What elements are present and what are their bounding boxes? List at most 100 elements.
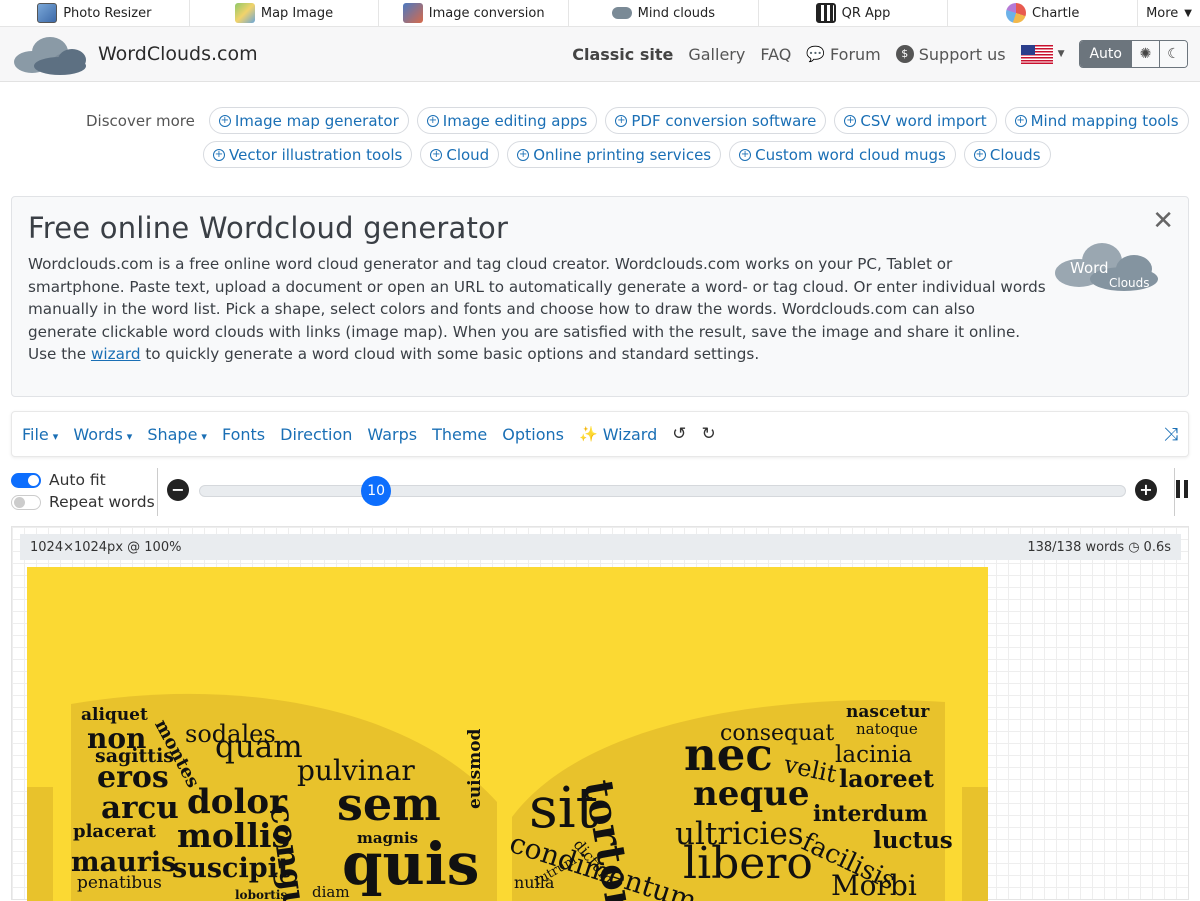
cloud-word[interactable]: nulla: [514, 875, 554, 891]
cloud-word[interactable]: euismod: [465, 729, 485, 809]
canvas-workspace: 1024×1024px @ 100% 138/138 words ◷ 0.6s …: [11, 526, 1189, 901]
repeat-words-toggle[interactable]: Repeat words: [11, 493, 155, 511]
nav-forum[interactable]: 💬 Forum: [806, 45, 880, 64]
menu-warps[interactable]: Warps: [367, 425, 417, 444]
discover-label: Discover more: [86, 111, 195, 130]
app-label: Image conversion: [428, 5, 545, 21]
discover-link[interactable]: + Mind mapping tools: [1004, 107, 1189, 134]
plus-circle-icon: +: [973, 148, 986, 161]
wizard-button[interactable]: ✨ Wizard: [579, 425, 657, 444]
discover-link[interactable]: + Image editing apps: [416, 107, 598, 134]
shuffle-icon[interactable]: ⤨: [1164, 424, 1178, 445]
cloud-word[interactable]: nec: [684, 732, 773, 777]
cloud-word[interactable]: arcu: [101, 793, 179, 824]
canvas-size-info: 1024×1024px @ 100%: [30, 539, 182, 555]
cloud-word[interactable]: sem: [337, 781, 441, 827]
repeat-words-switch[interactable]: [11, 494, 41, 510]
cloud-word[interactable]: neque: [693, 777, 809, 811]
discover-link[interactable]: + CSV word import: [834, 107, 997, 134]
app-label: Photo Resizer: [63, 5, 152, 21]
cloud-word[interactable]: nascetur: [846, 704, 929, 721]
undo-icon[interactable]: ↺: [672, 424, 686, 444]
menu-theme[interactable]: Theme: [432, 425, 487, 444]
pill-label: PDF conversion software: [631, 111, 817, 130]
magic-wand-icon: ✨: [579, 425, 598, 443]
divider: [157, 468, 158, 516]
cloud-logo-icon: [14, 37, 86, 75]
discover-link[interactable]: + Vector illustration tools: [203, 141, 413, 168]
pill-label: Vector illustration tools: [229, 145, 403, 164]
discover-link[interactable]: + Clouds: [963, 141, 1051, 168]
pause-icon-bar: [1184, 480, 1188, 498]
wizard-link[interactable]: wizard: [91, 345, 141, 363]
app-photo-resizer[interactable]: Photo Resizer: [0, 0, 190, 26]
cloud-word[interactable]: luctus: [873, 829, 953, 852]
theme-light-button[interactable]: ✺: [1131, 41, 1159, 67]
discover-link[interactable]: + Online printing services: [507, 141, 722, 168]
pill-label: CSV word import: [860, 111, 987, 130]
menu-fonts[interactable]: Fonts: [222, 425, 265, 444]
cloud-word[interactable]: Morbi: [831, 872, 917, 900]
nav-support[interactable]: $ Support us: [895, 45, 1006, 64]
pill-label: Clouds: [989, 145, 1041, 164]
app-image-conversion[interactable]: Image conversion: [379, 0, 570, 26]
site-logo[interactable]: WordClouds.com: [12, 32, 258, 76]
cloud-word[interactable]: quis: [342, 835, 479, 893]
cloud-word[interactable]: libero: [683, 842, 813, 886]
pause-button[interactable]: [1176, 480, 1188, 498]
plus-circle-icon: +: [844, 114, 857, 127]
app-map-image[interactable]: Map Image: [190, 0, 380, 26]
decrease-button[interactable]: −: [167, 479, 189, 501]
cloud-word[interactable]: natoque: [856, 722, 918, 737]
cloud-word[interactable]: eros: [97, 763, 169, 793]
menu-shape[interactable]: Shape: [147, 425, 207, 444]
app-qr[interactable]: QR App: [759, 0, 949, 26]
qr-app-icon: [815, 3, 836, 23]
language-selector[interactable]: ▼: [1020, 44, 1064, 64]
wordcloud-canvas[interactable]: aliquet non sodales sagittis montes quam eros p…: [27, 567, 988, 901]
cloud-word[interactable]: placerat: [73, 823, 156, 841]
mind-clouds-icon: [611, 7, 632, 19]
cloud-word[interactable]: suscipit: [172, 855, 290, 882]
wordclouds-badge: Word Clouds: [1054, 239, 1162, 301]
app-chartle[interactable]: Chartle: [948, 0, 1139, 26]
chevron-down-icon: ▼: [1184, 7, 1192, 19]
redo-icon[interactable]: ↻: [702, 424, 716, 444]
more-menu[interactable]: More ▼: [1138, 0, 1200, 26]
cloud-word[interactable]: interdum: [813, 803, 928, 825]
cloud-word[interactable]: laoreet: [839, 767, 934, 791]
theme-dark-button[interactable]: ☾: [1159, 41, 1187, 67]
discover-link[interactable]: + Cloud: [420, 141, 500, 168]
cloud-word[interactable]: lobortis: [235, 889, 287, 901]
cloud-word[interactable]: mollis: [177, 819, 290, 852]
auto-fit-toggle[interactable]: Auto fit: [11, 471, 106, 489]
menu-words[interactable]: Words: [73, 425, 132, 444]
render-time: 0.6s: [1143, 539, 1171, 555]
slider-value: 10: [367, 483, 386, 499]
word-count: 138/138 words: [1027, 539, 1125, 555]
nav-gallery[interactable]: Gallery: [688, 45, 745, 64]
plus-circle-icon: +: [426, 114, 439, 127]
auto-fit-switch[interactable]: [11, 472, 41, 488]
map-image-icon: [234, 3, 255, 23]
size-slider[interactable]: 10: [199, 476, 1126, 506]
menu-options[interactable]: Options: [502, 425, 564, 444]
discover-link[interactable]: + Custom word cloud mugs: [729, 141, 956, 168]
slider-handle[interactable]: 10: [361, 476, 392, 506]
menu-direction[interactable]: Direction: [280, 425, 352, 444]
cloud-word[interactable]: diam: [312, 885, 350, 900]
discover-link[interactable]: + PDF conversion software: [605, 107, 827, 134]
increase-button[interactable]: +: [1135, 479, 1157, 501]
app-mind-clouds[interactable]: Mind clouds: [569, 0, 759, 26]
menu-file[interactable]: File: [22, 425, 58, 444]
theme-auto-button[interactable]: Auto: [1080, 41, 1131, 67]
close-icon[interactable]: ✕: [1152, 208, 1174, 234]
discover-link[interactable]: + Image map generator: [208, 107, 409, 134]
nav-faq[interactable]: FAQ: [760, 45, 791, 64]
plus-circle-icon: +: [213, 148, 225, 161]
cloud-word[interactable]: mauris: [71, 849, 176, 876]
cloud-word[interactable]: penatibus: [77, 875, 162, 892]
donate-icon: $: [895, 45, 914, 63]
cloud-word[interactable]: quam: [215, 732, 303, 763]
nav-classic-site[interactable]: Classic site: [572, 45, 673, 64]
